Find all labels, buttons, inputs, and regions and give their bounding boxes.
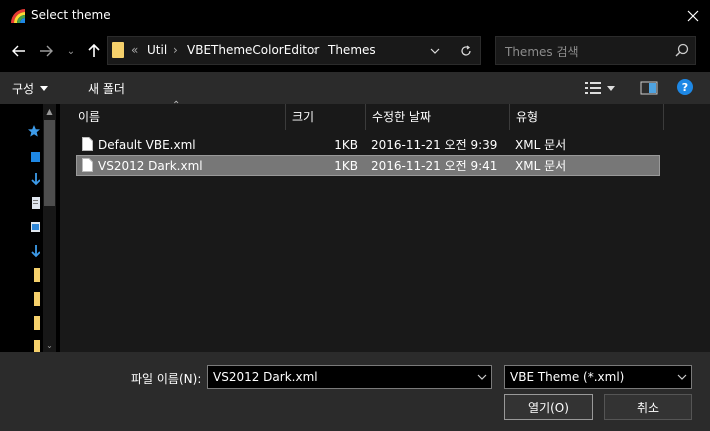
folder-icon[interactable] <box>30 340 40 352</box>
desktop-icon[interactable] <box>30 150 40 164</box>
breadcrumb-util[interactable]: Util <box>147 43 167 57</box>
refresh-icon <box>461 45 471 56</box>
chevron-down-icon <box>430 48 440 54</box>
file-row[interactable]: Default VBE.xml 1KB 2016-11-21 오전 9:39 X… <box>76 134 660 155</box>
filename-input[interactable]: VS2012 Dark.xml <box>207 365 492 389</box>
file-modified: 2016-11-21 오전 9:41 <box>371 159 498 173</box>
arrow-left-icon <box>12 45 25 57</box>
address-dropdown-button[interactable] <box>426 38 444 64</box>
file-size: 1KB <box>334 137 358 152</box>
organize-button[interactable]: 구성 <box>12 72 49 104</box>
folder-icon <box>112 42 124 58</box>
open-button[interactable]: 열기(O) <box>504 394 593 420</box>
up-button[interactable] <box>81 38 107 64</box>
file-modified: 2016-11-21 오전 9:39 <box>371 138 498 152</box>
caret-down-icon <box>607 85 615 91</box>
pictures-icon[interactable] <box>30 220 40 234</box>
forward-button[interactable] <box>33 38 59 64</box>
chevron-down-icon[interactable] <box>674 366 690 388</box>
preview-pane-icon[interactable] <box>640 80 658 96</box>
column-header-name[interactable]: 이름 <box>78 104 284 128</box>
caret-down-icon <box>40 85 49 91</box>
scroll-down-icon[interactable]: ⌄ <box>43 338 56 352</box>
file-type: XML 문서 <box>515 138 567 152</box>
file-type: XML 문서 <box>515 159 567 173</box>
folder-icon[interactable] <box>30 292 40 306</box>
scroll-up-icon[interactable]: ▲ <box>43 104 56 118</box>
help-icon[interactable]: ? <box>677 79 693 95</box>
folder-icon[interactable] <box>30 316 40 330</box>
breadcrumb-overflow[interactable]: « <box>131 43 138 57</box>
filename-label: 파일 이름(N): <box>131 372 202 386</box>
column-divider[interactable] <box>509 104 510 130</box>
column-divider[interactable] <box>285 104 286 130</box>
back-button[interactable] <box>6 38 32 64</box>
breadcrumb-themes[interactable]: Themes <box>328 43 376 57</box>
column-header-type[interactable]: 유형 <box>516 104 656 128</box>
column-divider[interactable] <box>663 104 664 130</box>
download-icon[interactable] <box>30 172 40 186</box>
star-icon[interactable] <box>27 124 41 138</box>
refresh-button[interactable] <box>456 38 476 64</box>
search-placeholder: Themes 검색 <box>505 45 579 59</box>
close-icon <box>687 10 698 22</box>
app-icon <box>11 9 25 23</box>
breadcrumb-separator: › <box>313 43 318 57</box>
breadcrumb-vbethemecoloreditor[interactable]: VBEThemeColorEditor <box>187 43 319 57</box>
documents-icon[interactable] <box>30 196 40 210</box>
arrow-right-icon <box>40 45 53 57</box>
change-view-button[interactable] <box>585 80 623 96</box>
column-divider[interactable] <box>365 104 366 130</box>
chevron-down-icon[interactable] <box>474 366 490 388</box>
file-size: 1KB <box>334 158 358 173</box>
folder-icon[interactable] <box>30 268 40 282</box>
file-name: VS2012 Dark.xml <box>98 158 203 173</box>
cancel-button[interactable]: 취소 <box>604 394 692 420</box>
close-button[interactable] <box>675 0 710 32</box>
new-folder-button[interactable]: 새 폴더 <box>88 72 125 104</box>
column-header-modified[interactable]: 수정한 날짜 <box>372 104 502 128</box>
file-name: Default VBE.xml <box>98 137 196 152</box>
details-view-icon <box>585 82 601 94</box>
filetype-select[interactable]: VBE Theme (*.xml) <box>504 365 692 389</box>
column-header-size[interactable]: 크기 <box>292 104 362 128</box>
arrow-up-icon <box>88 44 100 57</box>
window-title: Select theme <box>31 8 111 22</box>
breadcrumb-separator: › <box>173 43 178 57</box>
file-icon <box>82 158 93 172</box>
file-icon <box>82 137 93 151</box>
chevron-down-icon: ⌄ <box>66 45 76 57</box>
organize-label: 구성 <box>12 81 35 96</box>
recent-locations-button[interactable]: ⌄ <box>63 38 79 64</box>
download-icon[interactable] <box>30 244 40 258</box>
search-icon[interactable] <box>675 43 689 57</box>
file-row-selected[interactable]: VS2012 Dark.xml 1KB 2016-11-21 오전 9:41 X… <box>76 155 660 176</box>
new-folder-label: 새 폴더 <box>88 81 125 96</box>
nav-scrollbar-thumb[interactable] <box>44 120 55 206</box>
